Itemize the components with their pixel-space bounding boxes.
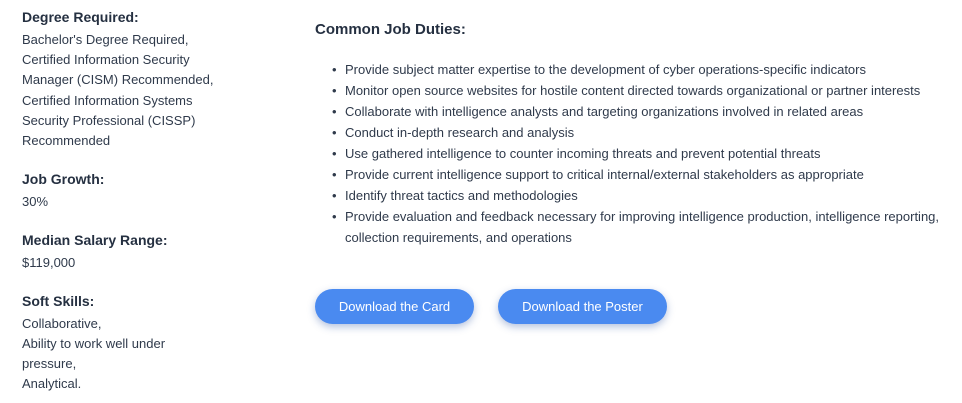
- duty-text: Provide current intelligence support to …: [345, 167, 864, 182]
- salary-value: $119,000: [22, 255, 76, 271]
- duty-item: • Use gathered intelligence to counter in…: [315, 143, 955, 164]
- soft-skills-title: Soft Skills:: [22, 292, 95, 309]
- download-buttons: Download the Card Download the Poster: [315, 289, 667, 324]
- duty-item: • Provide subject matter expertise to the…: [315, 59, 955, 80]
- job-growth-value: 30%: [22, 194, 49, 210]
- salary-title: Median Salary Range:: [22, 232, 168, 249]
- duty-item: • Provide current intelligence support to…: [315, 164, 955, 185]
- salary-section: Median Salary Range: $119,000: [22, 230, 222, 273]
- duty-text: Conduct in-depth research and analysis: [345, 125, 575, 140]
- soft-skills-section: Soft Skills: Collaborative, Ability to w…: [22, 291, 222, 395]
- duties-list: • Provide subject matter expertise to the…: [315, 59, 955, 248]
- job-duties-panel: Common Job Duties: • Provide subject matt…: [315, 20, 955, 248]
- duty-text: Provide subject matter expertise to the …: [345, 62, 866, 77]
- bullet-icon: •: [332, 188, 337, 203]
- duty-item: • Identify threat tactics and methodologi…: [315, 185, 955, 206]
- degree-line: Security Professional (CISSP): [22, 112, 196, 128]
- degree-line: Recommended: [22, 133, 111, 149]
- degree-line: Manager (CISM) Recommended,: [22, 72, 214, 88]
- duty-text: Use gathered intelligence to counter inc…: [345, 146, 821, 161]
- bullet-icon: •: [332, 146, 337, 161]
- duty-text: Identify threat tactics and methodologie…: [345, 188, 578, 203]
- download-poster-button[interactable]: Download the Poster: [498, 289, 667, 324]
- bullet-icon: •: [332, 209, 337, 224]
- degree-line: Certified Information Systems: [22, 92, 193, 108]
- duty-item: • Collaborate with intelligence analysts …: [315, 101, 955, 122]
- soft-skill-line: Analytical.: [22, 376, 82, 392]
- bullet-icon: •: [332, 104, 337, 119]
- soft-skill-line: pressure,: [22, 356, 77, 372]
- bullet-icon: •: [332, 167, 337, 182]
- career-details-sidebar: Degree Required: Bachelor's Degree Requi…: [22, 7, 222, 394]
- bullet-icon: •: [332, 62, 337, 77]
- degree-line: Certified Information Security: [22, 52, 190, 68]
- duty-text: collection requirements, and operations: [345, 230, 572, 245]
- bullet-icon: •: [332, 83, 337, 98]
- bullet-icon: •: [332, 125, 337, 140]
- duty-text: Collaborate with intelligence analysts a…: [345, 104, 864, 119]
- duty-item-continuation: collection requirements, and operations: [315, 227, 955, 248]
- job-growth-section: Job Growth: 30%: [22, 169, 222, 212]
- duties-title: Common Job Duties:: [315, 21, 466, 38]
- duty-text: Provide evaluation and feedback necessar…: [345, 209, 940, 224]
- duty-item: • Conduct in-depth research and analysis: [315, 122, 955, 143]
- degree-line: Bachelor's Degree Required,: [22, 32, 189, 47]
- duty-text: Monitor open source websites for hostile…: [345, 83, 921, 98]
- duty-item: • Monitor open source websites for hostil…: [315, 80, 955, 101]
- degree-section: Degree Required: Bachelor's Degree Requi…: [22, 7, 222, 151]
- job-growth-title: Job Growth:: [22, 171, 105, 188]
- duty-item: • Provide evaluation and feedback necessa…: [315, 206, 955, 227]
- download-card-button[interactable]: Download the Card: [315, 289, 474, 324]
- degree-title: Degree Required:: [22, 9, 139, 25]
- soft-skill-line: Collaborative,: [22, 315, 102, 331]
- soft-skill-line: Ability to work well under: [22, 335, 166, 351]
